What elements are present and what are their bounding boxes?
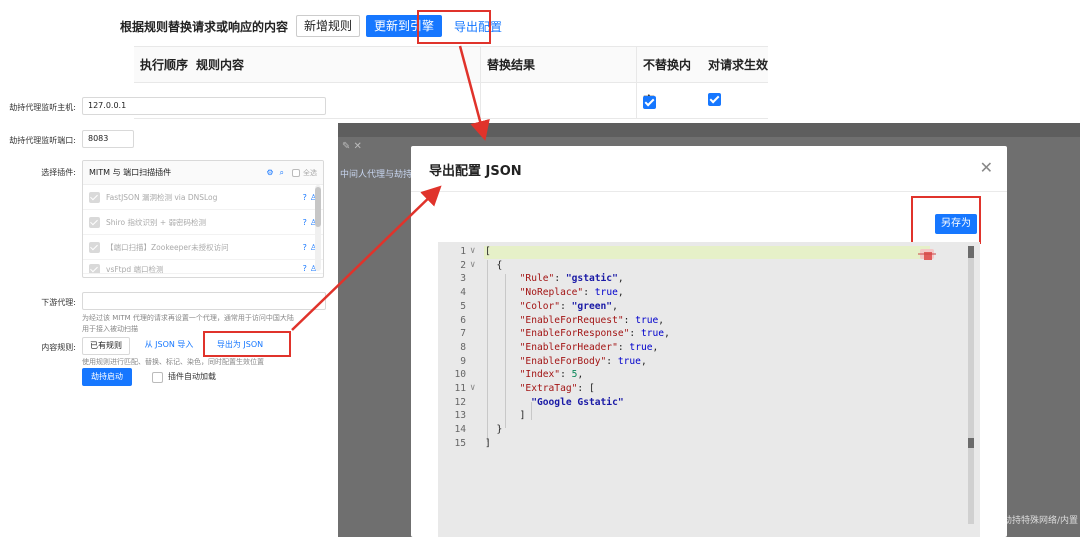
screenshot-root: 根据规则替换请求或响应的内容 新增规则 更新到引擎 导出配置 执行顺序 规则内容… <box>0 0 1080 537</box>
annotation-arrows <box>291 45 490 331</box>
